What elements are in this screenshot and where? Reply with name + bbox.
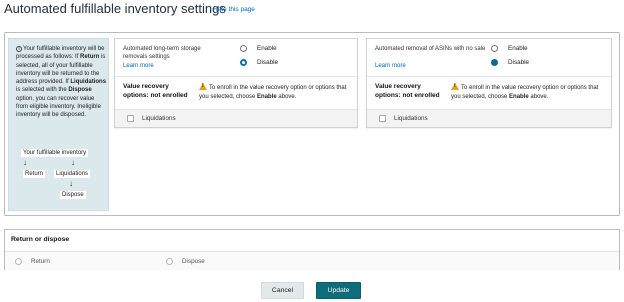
- storage-disable-label: Disable: [257, 59, 278, 66]
- asin-enable-option[interactable]: Enable: [491, 45, 528, 52]
- storage-value-recovery-label: Value recovery options: not enrolled: [123, 83, 188, 99]
- info-icon: i: [16, 46, 22, 52]
- storage-liquidations-row: Liquidations: [115, 109, 357, 127]
- asin-liquidations-row: Liquidations: [367, 109, 611, 127]
- storage-liquidations-checkbox[interactable]: [127, 115, 134, 122]
- info-text: i Your fulfillable inventory will be proc…: [16, 46, 107, 119]
- asin-removal-card: Automated removal of ASINs with no sale …: [366, 38, 612, 128]
- asin-liquidations-checkbox[interactable]: [379, 115, 386, 122]
- return-radio[interactable]: [15, 258, 22, 265]
- arrow-down-icon: ↓: [23, 158, 27, 167]
- update-button[interactable]: Update: [316, 282, 361, 299]
- storage-liquidations-label: Liquidations: [142, 115, 176, 122]
- asin-learn-more-link[interactable]: Learn more: [375, 63, 406, 69]
- warning-icon: [199, 83, 207, 90]
- asin-enroll-warning: To enroll in the value recovery option o…: [451, 83, 603, 101]
- storage-learn-more-link[interactable]: Learn more: [123, 63, 154, 69]
- asin-enable-label: Enable: [508, 45, 528, 52]
- cancel-button[interactable]: Cancel: [261, 282, 304, 299]
- arrow-down-icon: ↓: [69, 179, 73, 188]
- return-label: Return: [31, 258, 50, 265]
- flow-node-return: Return: [23, 170, 46, 178]
- rate-this-page-link[interactable]: Rate this page: [213, 6, 255, 13]
- asin-value-recovery-label: Value recovery options: not enrolled: [375, 83, 440, 99]
- storage-enroll-warning: To enroll in the value recovery option o…: [199, 83, 351, 101]
- asin-disable-label: Disable: [508, 59, 529, 66]
- return-or-dispose-panel: Return or dispose Return Dispose: [4, 229, 620, 270]
- asin-disable-radio[interactable]: [491, 59, 498, 66]
- storage-enable-radio[interactable]: [240, 45, 247, 52]
- arrow-down-icon: ↓: [71, 158, 75, 167]
- asin-liquidations-label: Liquidations: [394, 115, 428, 122]
- return-or-dispose-title: Return or dispose: [11, 236, 70, 243]
- storage-disable-radio[interactable]: [240, 59, 247, 66]
- storage-removal-description: Automated long-term storage removals set…: [123, 46, 201, 60]
- dispose-label: Dispose: [182, 258, 205, 265]
- storage-removal-card: Automated long-term storage removals set…: [114, 38, 358, 128]
- asin-disable-option[interactable]: Disable: [491, 59, 529, 66]
- storage-enable-option[interactable]: Enable: [240, 45, 277, 52]
- flow-node-liquidations: Liquidations: [54, 170, 91, 178]
- flow-node-dispose: Dispose: [60, 191, 86, 199]
- asin-enable-radio[interactable]: [491, 45, 498, 52]
- dispose-option[interactable]: Dispose: [166, 258, 205, 265]
- info-return-word: Return: [80, 54, 100, 61]
- return-option[interactable]: Return: [15, 258, 50, 265]
- flow-node-inventory: Your fulfillable inventory: [21, 149, 89, 157]
- storage-enable-label: Enable: [257, 45, 277, 52]
- page-title: Automated fulfillable inventory settings: [4, 1, 226, 16]
- asin-removal-description: Automated removal of ASINs with no sale: [375, 46, 486, 52]
- warning-icon: [451, 83, 459, 90]
- info-liquidations-word: Liquidations: [70, 79, 107, 86]
- info-dispose-word: Dispose: [68, 87, 92, 94]
- dispose-radio[interactable]: [166, 258, 173, 265]
- storage-disable-option[interactable]: Disable: [240, 59, 278, 66]
- info-box: i Your fulfillable inventory will be proc…: [8, 38, 109, 211]
